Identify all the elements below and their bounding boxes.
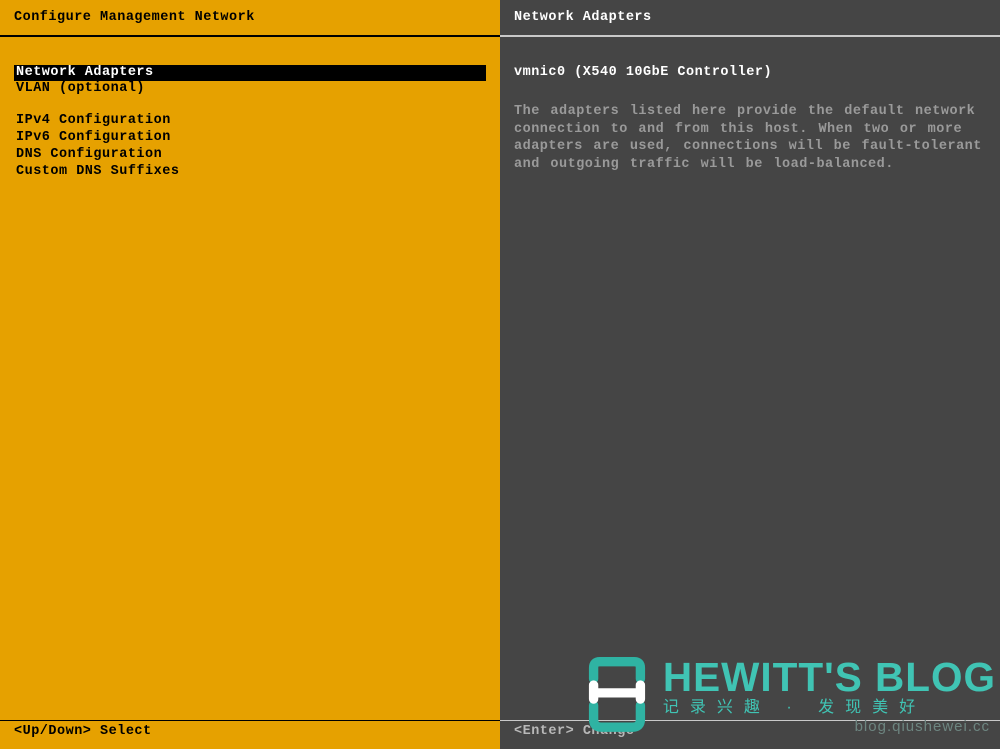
left-panel-title: Configure Management Network [0,0,500,35]
detail-adapter-line: vmnic0 (X540 10GbE Controller) [514,65,986,82]
footer-key-updown: <Up/Down> [14,724,91,739]
dcui-screen: Configure Management Network Network Ada… [0,0,1000,749]
menu-list: Network Adapters VLAN (optional) IPv4 Co… [0,37,500,749]
footer-key-enter: <Enter> [514,724,574,739]
left-footer-hint: <Up/Down> Select [14,724,486,740]
footer-action-select: Select [91,724,151,739]
right-panel-title: Network Adapters [500,0,1000,35]
right-footer-hint: <Enter> Change [514,724,986,740]
menu-item-custom-dns-suffixes[interactable]: Custom DNS Suffixes [14,164,486,181]
right-panel: Network Adapters vmnic0 (X540 10GbE Cont… [500,0,1000,749]
detail-description: The adapters listed here provide the def… [514,103,986,173]
detail-area: vmnic0 (X540 10GbE Controller) The adapt… [500,37,1000,749]
menu-item-network-adapters[interactable]: Network Adapters [14,65,486,82]
right-footer-divider [500,720,1000,722]
menu-item-dns[interactable]: DNS Configuration [14,147,486,164]
menu-item-ipv4[interactable]: IPv4 Configuration [14,113,486,130]
footer-action-change: Change [574,724,634,739]
menu-spacer [14,98,486,113]
menu-item-ipv6[interactable]: IPv6 Configuration [14,130,486,147]
menu-item-vlan[interactable]: VLAN (optional) [14,81,486,98]
left-footer-divider [0,720,500,722]
left-panel: Configure Management Network Network Ada… [0,0,500,749]
